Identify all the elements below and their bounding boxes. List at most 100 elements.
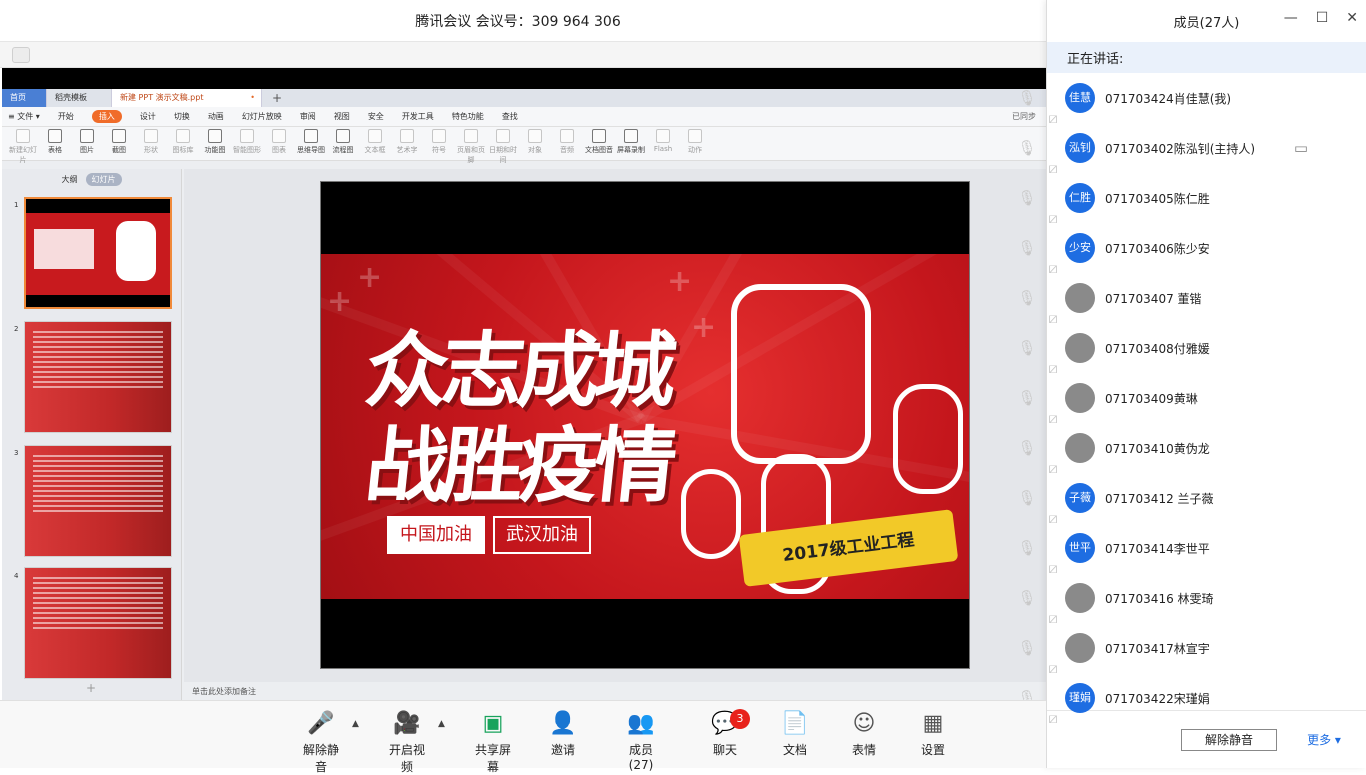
mic-muted-icon[interactable]: 🎙 xyxy=(1017,388,1037,408)
ribbon-symbol[interactable]: 符号 xyxy=(424,129,454,155)
ribbon-object[interactable]: 对象 xyxy=(520,129,550,155)
ribbon-screenshot[interactable]: 截图 xyxy=(104,129,134,155)
menu-slideshow[interactable]: 幻灯片放映 xyxy=(242,111,282,122)
mic-muted-icon[interactable]: 🎙 xyxy=(1017,88,1037,108)
slide-thumbnail-2[interactable] xyxy=(24,321,172,433)
ribbon-chart[interactable]: 图表 xyxy=(264,129,294,155)
mic-muted-icon[interactable]: 🎙 xyxy=(1017,338,1037,358)
menu-developer[interactable]: 开发工具 xyxy=(402,111,434,122)
ribbon-action[interactable]: 动作 xyxy=(680,129,710,155)
member-row[interactable]: 071703408付雅媛 🎙 ⧄ xyxy=(1017,323,1366,377)
audio-options-caret-icon[interactable]: ▲ xyxy=(352,719,359,729)
more-button[interactable]: 更多 ▾ xyxy=(1295,729,1353,751)
menu-features[interactable]: 特色功能 xyxy=(452,111,484,122)
member-row[interactable]: 佳慧 071703424肖佳慧(我) 🎙 ⧄ xyxy=(1017,73,1366,127)
member-row[interactable]: 子薇 071703412 兰子薇 🎙 ⧄ xyxy=(1017,473,1366,527)
slide-thumbnail-4[interactable] xyxy=(24,567,172,679)
menu-insert[interactable]: 插入 xyxy=(91,110,122,123)
video-options-caret-icon[interactable]: ▲ xyxy=(438,719,445,729)
member-row[interactable]: 泓钊 071703402陈泓钊(主持人) 🎙 ⧄ ▭ xyxy=(1017,123,1366,177)
member-row[interactable]: 071703410黄伪龙 🎙 ⧄ xyxy=(1017,423,1366,477)
menu-start[interactable]: 开始 xyxy=(58,111,74,122)
mic-muted-icon[interactable]: 🎙 xyxy=(1017,188,1037,208)
ribbon-date-time[interactable]: 日期和时间 xyxy=(488,129,518,165)
ribbon-icon-library[interactable]: 图标库 xyxy=(168,129,198,155)
menu-security[interactable]: 安全 xyxy=(368,111,384,122)
menu-design[interactable]: 设计 xyxy=(140,111,156,122)
slides-tab[interactable]: 幻灯片 xyxy=(85,172,122,186)
tab-modified-dot-icon[interactable]: • xyxy=(250,89,255,107)
mic-muted-icon[interactable]: 🎙 xyxy=(1017,438,1037,458)
mic-muted-icon[interactable]: 🎙 xyxy=(1017,638,1037,658)
start-video-button[interactable]: 🎥 开启视频 xyxy=(384,711,430,775)
docs-button[interactable]: 📄 文档 xyxy=(780,711,810,758)
menu-animation[interactable]: 动画 xyxy=(208,111,224,122)
member-name: 071703422宋瑾娟 xyxy=(1105,692,1210,706)
member-row[interactable]: 仁胜 071703405陈仁胜 🎙 ⧄ xyxy=(1017,173,1366,227)
mic-muted-icon[interactable]: 🎙 xyxy=(1017,538,1037,558)
share-screen-button[interactable]: ▣ 共享屏幕 xyxy=(470,711,516,775)
current-slide[interactable]: + + + + 众志成城 战胜疫情 中国加油 武汉加油 2017级工业工程 xyxy=(320,181,970,669)
ribbon-screen-record[interactable]: 屏幕录制 xyxy=(616,129,646,155)
menu-view[interactable]: 视图 xyxy=(334,111,350,122)
member-row[interactable]: 071703407 董锴 🎙 ⧄ xyxy=(1017,273,1366,327)
security-shield-icon[interactable] xyxy=(12,47,30,63)
minimize-icon[interactable]: — xyxy=(1284,10,1298,26)
slide-background-art: + + + + 众志成城 战胜疫情 中国加油 武汉加油 2017级工业工程 xyxy=(321,254,969,599)
avatar xyxy=(1065,633,1095,663)
ribbon-function-chart[interactable]: 功能图 xyxy=(200,129,230,155)
maximize-icon[interactable]: ☐ xyxy=(1316,10,1329,26)
mic-icon[interactable]: 🎙 xyxy=(1017,138,1037,158)
avatar: 仁胜 xyxy=(1065,183,1095,213)
menu-file[interactable]: ≡ 文件 ▾ xyxy=(8,111,40,122)
member-row[interactable]: 071703416 林雯琦 🎙 ⧄ xyxy=(1017,573,1366,627)
tab-home[interactable]: 首页 xyxy=(2,89,47,107)
tab-document[interactable]: 新建 PPT 演示文稿.ppt • xyxy=(112,89,262,107)
member-row[interactable]: 瑾娟 071703422宋瑾娟 🎙 ⧄ xyxy=(1017,673,1366,727)
members-button[interactable]: 👥 成员(27) xyxy=(618,711,664,772)
unmute-label: 解除静音 xyxy=(302,743,339,774)
unmute-button[interactable]: 🎤 解除静音 xyxy=(298,711,344,775)
ribbon-wordart[interactable]: 艺术字 xyxy=(392,129,422,155)
add-slide-button[interactable]: + xyxy=(86,681,96,695)
avatar: 少安 xyxy=(1065,233,1095,263)
mic-muted-icon[interactable]: 🎙 xyxy=(1017,238,1037,258)
ribbon-smart-graphic[interactable]: 智能图形 xyxy=(232,129,262,155)
member-row[interactable]: 071703417林宣宇 🎙 ⧄ xyxy=(1017,623,1366,677)
invite-button[interactable]: 👤 邀请 xyxy=(548,711,578,758)
ribbon-flash[interactable]: Flash xyxy=(648,129,678,153)
ribbon-flowchart[interactable]: 流程图 xyxy=(328,129,358,155)
close-icon[interactable]: ✕ xyxy=(1346,10,1358,26)
slide-thumbnail-3[interactable] xyxy=(24,445,172,557)
emoji-button[interactable]: ☺ 表情 xyxy=(849,711,879,758)
menu-search[interactable]: 查找 xyxy=(502,111,518,122)
ribbon-header-footer[interactable]: 页眉和页脚 xyxy=(456,129,486,165)
member-row[interactable]: 071703409黄琳 🎙 ⧄ xyxy=(1017,373,1366,427)
avatar: 泓钊 xyxy=(1065,133,1095,163)
ribbon-mindmap[interactable]: 思维导图 xyxy=(296,129,326,155)
slide-thumbnail-1[interactable] xyxy=(24,197,172,309)
chat-unread-badge: 3 xyxy=(730,709,750,729)
ribbon-audio[interactable]: 音频 xyxy=(552,129,582,155)
new-tab-button[interactable]: + xyxy=(262,89,292,107)
mic-muted-icon[interactable]: 🎙 xyxy=(1017,588,1037,608)
outline-tab[interactable]: 大纲 xyxy=(62,174,78,185)
ribbon-textbox[interactable]: 文本框 xyxy=(360,129,390,155)
mic-muted-icon[interactable]: 🎙 xyxy=(1017,488,1037,508)
notes-area[interactable]: 单击此处添加备注 xyxy=(184,682,1046,700)
ribbon-new-slide[interactable]: 新建幻灯片 xyxy=(8,129,38,165)
ribbon-shape[interactable]: 形状 xyxy=(136,129,166,155)
tab-templates[interactable]: 稻壳模板 xyxy=(47,89,112,107)
mic-muted-icon[interactable]: 🎙 xyxy=(1017,288,1037,308)
member-row[interactable]: 世平 071703414李世平 🎙 ⧄ xyxy=(1017,523,1366,577)
ribbon-picture[interactable]: 图片 xyxy=(72,129,102,155)
ribbon-table[interactable]: 表格 xyxy=(40,129,70,155)
member-row[interactable]: 少安 071703406陈少安 🎙 ⧄ xyxy=(1017,223,1366,277)
camera-off-icon[interactable]: ⧄ xyxy=(1043,708,1063,728)
sync-status[interactable]: 已同步 xyxy=(1012,111,1036,122)
menu-transition[interactable]: 切换 xyxy=(174,111,190,122)
ribbon-doc-audio[interactable]: 文档图音 xyxy=(584,129,614,155)
unmute-all-button[interactable]: 解除静音 xyxy=(1181,729,1277,751)
settings-button[interactable]: ▦ 设置 xyxy=(918,711,948,758)
menu-review[interactable]: 审阅 xyxy=(300,111,316,122)
